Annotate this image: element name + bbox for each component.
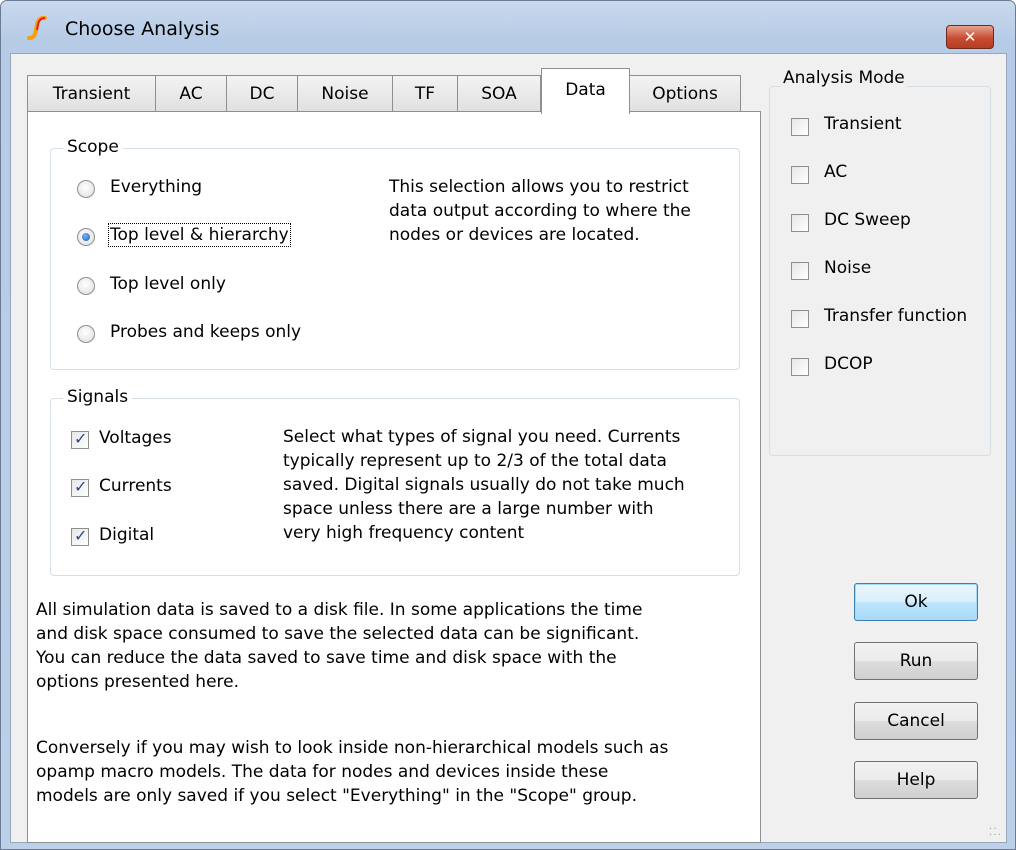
scope-group-title: Scope <box>63 137 123 157</box>
tab-tf[interactable]: TF <box>392 75 458 112</box>
mode-checkbox-ac[interactable] <box>791 166 809 184</box>
checkbox-voltages-label[interactable]: Voltages <box>99 428 172 448</box>
radio-probes-keeps-only-label[interactable]: Probes and keeps only <box>110 322 301 342</box>
tab-data[interactable]: Data <box>541 68 630 114</box>
tab-ac[interactable]: AC <box>155 75 227 112</box>
mode-checkbox-dcop[interactable] <box>791 358 809 376</box>
data-tab-panel: Scope Everything Top level & hierarchy T… <box>27 111 761 843</box>
resize-grip-icon[interactable]: . .. . . <box>989 822 1001 838</box>
mode-ac-label[interactable]: AC <box>824 162 847 182</box>
close-button[interactable]: ✕ <box>946 25 994 49</box>
checkbox-digital-label[interactable]: Digital <box>99 525 154 545</box>
mode-dc-sweep-label[interactable]: DC Sweep <box>824 210 911 230</box>
mode-transient-label[interactable]: Transient <box>824 114 902 134</box>
mode-checkbox-transfer-function[interactable] <box>791 310 809 328</box>
choose-analysis-window: Choose Analysis ✕ Transient AC DC Noise … <box>0 0 1016 850</box>
tab-transient[interactable]: Transient <box>27 75 156 112</box>
tab-options[interactable]: Options <box>629 75 741 112</box>
checkbox-currents-label[interactable]: Currents <box>99 476 172 496</box>
tab-soa[interactable]: SOA <box>457 75 541 112</box>
signals-group: Signals Voltages Currents Digital Select… <box>50 387 740 576</box>
checkbox-digital[interactable] <box>71 526 89 546</box>
radio-top-level-only-label[interactable]: Top level only <box>110 274 226 294</box>
tab-dc[interactable]: DC <box>226 75 298 112</box>
mode-checkbox-dc-sweep[interactable] <box>791 214 809 232</box>
radio-everything-label[interactable]: Everything <box>110 177 202 197</box>
radio-top-level-hierarchy[interactable] <box>77 228 95 246</box>
checkbox-voltages[interactable] <box>71 429 89 449</box>
run-button[interactable]: Run <box>854 642 978 680</box>
title-bar[interactable]: Choose Analysis ✕ <box>1 1 1015 49</box>
radio-top-level-hierarchy-label[interactable]: Top level & hierarchy <box>108 223 291 247</box>
mode-noise-label[interactable]: Noise <box>824 258 871 278</box>
mode-dcop-label[interactable]: DCOP <box>824 354 873 374</box>
scope-group: Scope Everything Top level & hierarchy T… <box>50 137 740 370</box>
help-button[interactable]: Help <box>854 761 978 799</box>
radio-probes-keeps-only[interactable] <box>77 325 95 343</box>
dialog-client-area: Transient AC DC Noise TF SOA Data Option… <box>10 53 1007 843</box>
mode-checkbox-transient[interactable] <box>791 118 809 136</box>
radio-everything[interactable] <box>77 180 95 198</box>
ok-button[interactable]: Ok <box>854 583 978 621</box>
analysis-mode-title: Analysis Mode <box>781 68 907 88</box>
tab-noise[interactable]: Noise <box>297 75 393 112</box>
radio-top-level-only[interactable] <box>77 277 95 295</box>
simetrix-logo-icon <box>27 15 47 40</box>
scope-description: This selection allows you to restrict da… <box>389 177 691 245</box>
cancel-button[interactable]: Cancel <box>854 702 978 740</box>
info-paragraph-2: Conversely if you may wish to look insid… <box>36 738 669 806</box>
checkbox-currents[interactable] <box>71 477 89 497</box>
window-title: Choose Analysis <box>65 18 220 40</box>
info-paragraph-1: All simulation data is saved to a disk f… <box>36 600 643 692</box>
mode-checkbox-noise[interactable] <box>791 262 809 280</box>
mode-transfer-function-label[interactable]: Transfer function <box>824 306 967 326</box>
signals-group-title: Signals <box>63 387 133 407</box>
signals-description: Select what types of signal you need. Cu… <box>283 427 685 543</box>
